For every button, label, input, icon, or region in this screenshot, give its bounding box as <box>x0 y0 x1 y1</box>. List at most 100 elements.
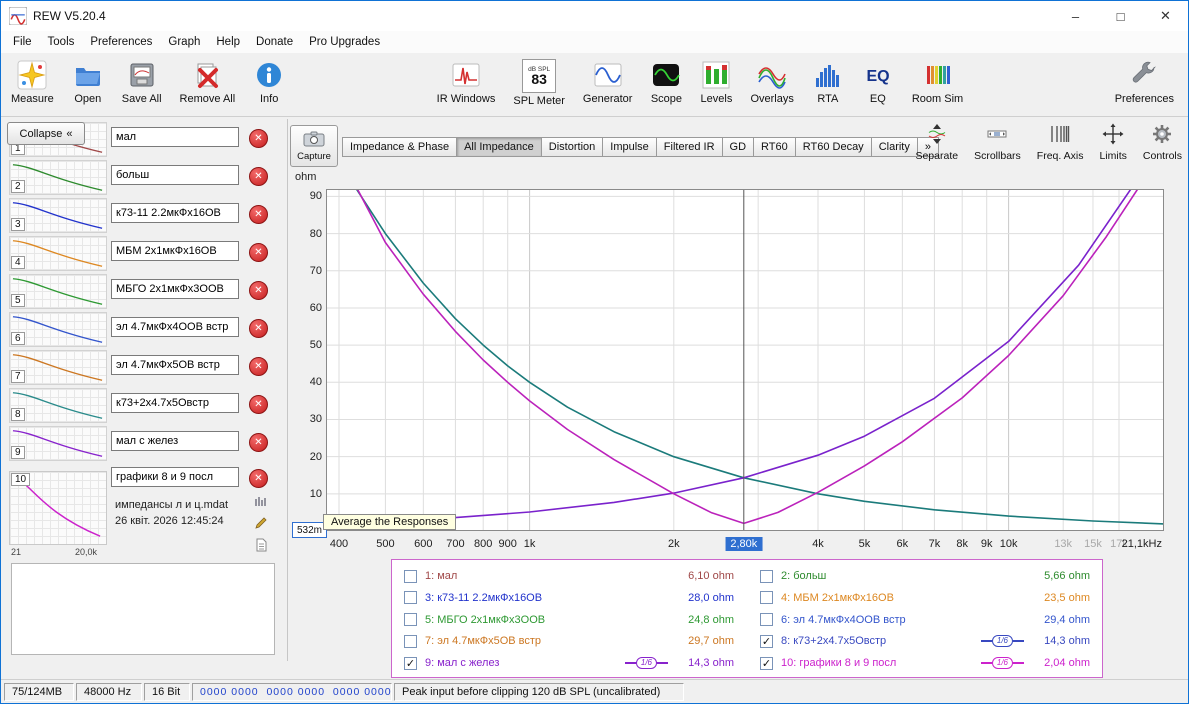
scrollbars-button[interactable]: Scrollbars <box>974 123 1021 162</box>
freq-axis-button[interactable]: Freq. Axis <box>1037 123 1083 162</box>
measurement-name-input[interactable] <box>111 127 239 147</box>
menu-item-pro-upgrades[interactable]: Pro Upgrades <box>301 33 388 51</box>
pencil-icon[interactable] <box>253 515 269 531</box>
minimize-button[interactable]: – <box>1053 1 1098 31</box>
delete-measurement-button[interactable]: ✕ <box>249 129 268 148</box>
measurement-name-input[interactable] <box>111 355 239 375</box>
trace-visibility-checkbox[interactable] <box>760 613 773 626</box>
measurement-thumbnail[interactable]: 6 <box>9 312 107 347</box>
info-button[interactable]: Info <box>249 57 289 107</box>
save-all-button[interactable]: Save All <box>118 57 166 107</box>
tab-rt60-decay[interactable]: RT60 Decay <box>794 137 872 157</box>
tab-rt60[interactable]: RT60 <box>753 137 796 157</box>
delete-measurement-button[interactable]: ✕ <box>249 395 268 414</box>
menu-item-tools[interactable]: Tools <box>40 33 83 51</box>
rta-button[interactable]: RTA <box>808 57 848 109</box>
ir-windows-button[interactable]: IR Windows <box>433 57 500 109</box>
measurement-thumbnail[interactable]: 8 <box>9 388 107 423</box>
menu-item-file[interactable]: File <box>5 33 40 51</box>
selected-measurement-thumbnail[interactable]: 10 <box>9 471 107 545</box>
room-sim-button[interactable]: Room Sim <box>908 57 967 109</box>
measurement-name-input[interactable] <box>111 431 239 451</box>
cursor-frequency-readout[interactable]: 2,80k <box>725 537 763 551</box>
measurement-row[interactable]: 2✕ <box>5 159 287 196</box>
page-icon[interactable] <box>253 537 269 553</box>
remove-all-button[interactable]: Remove All <box>176 57 240 107</box>
smoothing-indicator[interactable]: 1/6 <box>980 657 1024 669</box>
spl-meter-button[interactable]: dB SPL 83 SPL Meter <box>509 57 569 109</box>
close-button[interactable]: ✕ <box>1143 1 1188 31</box>
measurement-row[interactable]: 5✕ <box>5 273 287 310</box>
separate-button[interactable]: Separate <box>915 123 958 162</box>
measurement-name-input[interactable] <box>111 165 239 185</box>
tab-gd[interactable]: GD <box>721 137 755 157</box>
measurement-thumbnail[interactable]: 3 <box>9 198 107 233</box>
measurement-thumbnail[interactable]: 2 <box>9 160 107 195</box>
capture-button[interactable]: Capture <box>290 125 338 167</box>
smoothing-indicator[interactable]: 1/6 <box>624 657 668 669</box>
trace-visibility-checkbox[interactable] <box>404 613 417 626</box>
tab-filtered-ir[interactable]: Filtered IR <box>655 137 723 157</box>
measure-button[interactable]: Measure <box>7 57 58 107</box>
measurement-thumbnail[interactable]: 5 <box>9 274 107 309</box>
delete-measurement-button[interactable]: ✕ <box>249 205 268 224</box>
menu-item-graph[interactable]: Graph <box>160 33 208 51</box>
overlays-button[interactable]: Overlays <box>746 57 797 109</box>
scope-button[interactable]: Scope <box>646 57 686 109</box>
measurement-thumbnail[interactable]: 4 <box>9 236 107 271</box>
eq-button[interactable]: EQ EQ <box>858 57 898 109</box>
impedance-plot[interactable] <box>326 189 1164 531</box>
tab-all-impedance[interactable]: All Impedance <box>456 137 542 157</box>
levels-button[interactable]: Levels <box>696 57 736 109</box>
delete-measurement-button[interactable]: ✕ <box>249 319 268 338</box>
maximize-button[interactable]: □ <box>1098 1 1143 31</box>
smoothing-line <box>624 662 636 664</box>
notes-box[interactable] <box>11 563 275 655</box>
impedance-chart[interactable] <box>326 189 1164 531</box>
delete-measurement-button[interactable]: ✕ <box>249 433 268 452</box>
preferences-button[interactable]: Preferences <box>1111 57 1178 107</box>
delete-measurement-button[interactable]: ✕ <box>249 243 268 262</box>
measurement-thumbnail[interactable]: 7 <box>9 350 107 385</box>
tab-impulse[interactable]: Impulse <box>602 137 657 157</box>
open-button[interactable]: Open <box>68 57 108 107</box>
smoothing-indicator[interactable]: 1/6 <box>980 635 1024 648</box>
trace-visibility-checkbox[interactable] <box>760 569 773 583</box>
collapse-button[interactable]: Collapse « <box>7 122 85 145</box>
controls-button[interactable]: Controls <box>1143 123 1182 162</box>
measurement-row[interactable]: 6✕ <box>5 311 287 348</box>
axis-bottom-value[interactable]: 532m <box>292 522 327 538</box>
trace-visibility-checkbox[interactable]: ✓ <box>760 656 773 670</box>
measurement-name-input[interactable] <box>111 393 239 413</box>
measurement-row[interactable]: 3✕ <box>5 197 287 234</box>
limits-button[interactable]: Limits <box>1099 123 1127 162</box>
trace-visibility-checkbox[interactable]: ✓ <box>404 656 417 670</box>
menu-item-donate[interactable]: Donate <box>248 33 301 51</box>
delete-measurement-button[interactable]: ✕ <box>249 469 268 488</box>
measurement-name-input[interactable] <box>111 467 239 487</box>
menu-item-preferences[interactable]: Preferences <box>82 33 160 51</box>
trace-visibility-checkbox[interactable] <box>404 634 417 648</box>
trace-visibility-checkbox[interactable]: ✓ <box>760 634 773 648</box>
measurement-row[interactable]: 4✕ <box>5 235 287 272</box>
measurement-name-input[interactable] <box>111 279 239 299</box>
tab-clarity[interactable]: Clarity <box>870 137 918 157</box>
measurement-row[interactable]: 7✕ <box>5 349 287 386</box>
measurement-thumbnail[interactable]: 9 <box>9 426 107 461</box>
measurement-row[interactable]: 8✕ <box>5 387 287 424</box>
trace-visibility-checkbox[interactable] <box>760 591 773 605</box>
chart-mini-icon[interactable] <box>253 493 269 509</box>
delete-measurement-button[interactable]: ✕ <box>249 357 268 376</box>
measurement-name-input[interactable] <box>111 241 239 261</box>
delete-measurement-button[interactable]: ✕ <box>249 281 268 300</box>
measurement-name-input[interactable] <box>111 203 239 223</box>
tab-impedance-phase[interactable]: Impedance & Phase <box>342 137 458 157</box>
tab-distortion[interactable]: Distortion <box>540 137 604 157</box>
menu-item-help[interactable]: Help <box>208 33 248 51</box>
trace-visibility-checkbox[interactable] <box>404 569 417 583</box>
generator-button[interactable]: Generator <box>579 57 637 109</box>
delete-measurement-button[interactable]: ✕ <box>249 167 268 186</box>
measurement-row[interactable]: 9✕ <box>5 425 287 462</box>
measurement-name-input[interactable] <box>111 317 239 337</box>
trace-visibility-checkbox[interactable] <box>404 591 417 605</box>
